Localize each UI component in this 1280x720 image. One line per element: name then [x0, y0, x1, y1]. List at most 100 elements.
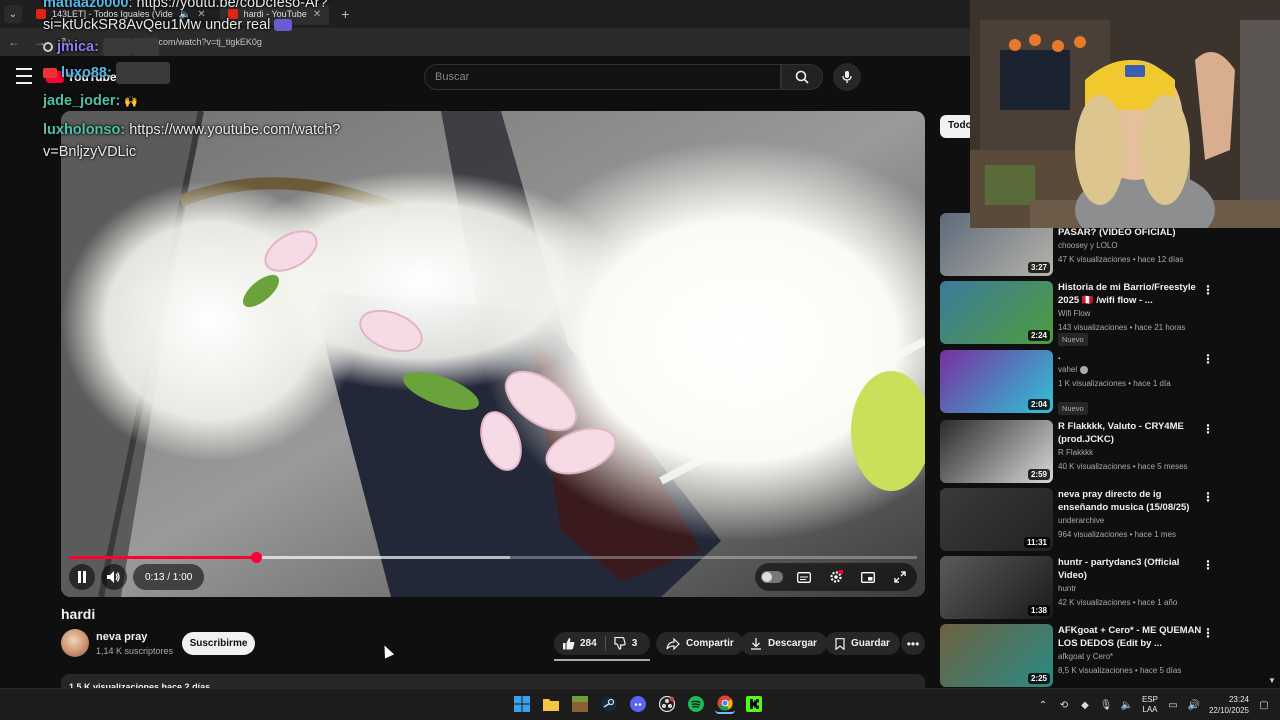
recommendation-item[interactable]: 2:04 . vahel 1 K visualizaciones • hace … [940, 350, 1270, 415]
back-arrow-icon[interactable]: ← [6, 35, 22, 49]
more-vertical-icon[interactable]: ⋮ [1202, 352, 1214, 366]
volume-button[interactable] [101, 564, 127, 590]
recommendation-channel[interactable]: underarchive [1058, 516, 1104, 525]
progress-scrubber-handle[interactable] [250, 552, 262, 563]
recommendation-channel[interactable]: huntr [1058, 584, 1076, 593]
more-actions-button[interactable]: ••• [901, 632, 925, 655]
more-vertical-icon[interactable]: ⋮ [1202, 422, 1214, 436]
microphone-tray-icon[interactable]: 🎙 [1100, 699, 1113, 711]
chat-message: luxo88: [43, 62, 373, 85]
chat-emote [115, 62, 170, 85]
microphone-icon [842, 71, 852, 83]
search-input[interactable]: Buscar [424, 64, 781, 90]
recommendation-item[interactable]: 2:59 R Flakkkk, Valuto - CRY4ME (prod.JC… [940, 420, 1270, 484]
obs-studio-icon[interactable] [657, 694, 677, 714]
steam-icon[interactable] [599, 694, 619, 714]
clock-date: 22/10/2025 [1208, 706, 1249, 715]
system-clock[interactable]: 23:24 22/10/2025 [1209, 694, 1249, 716]
recommendation-title[interactable]: Historia de mi Barrio/Freestyle 2025 🇵🇪 … [1058, 281, 1208, 307]
recommendation-item[interactable]: 2:24 Historia de mi Barrio/Freestyle 202… [940, 281, 1270, 346]
video-thumbnail[interactable]: 1:38 [940, 556, 1053, 619]
miniplayer-button[interactable] [857, 566, 879, 588]
subscribe-button[interactable]: Suscribirme [182, 632, 255, 655]
search-button[interactable] [781, 64, 823, 90]
file-explorer-icon[interactable] [541, 694, 561, 714]
tab-search-dropdown[interactable]: ⌄ [4, 5, 22, 23]
scroll-down-arrow-icon[interactable]: ▼ [1268, 676, 1276, 685]
recommendation-channel[interactable]: choosey y LOLO [1058, 241, 1118, 250]
webcam-feed [970, 0, 1280, 228]
chat-username: luxo88: [61, 65, 112, 81]
chrome-icon[interactable] [715, 694, 735, 714]
recommendation-item[interactable]: 2:25 AFKgoat + Cero* - ME QUEMAN LOS DED… [940, 624, 1270, 688]
progress-bar[interactable] [69, 552, 917, 563]
recommendation-channel[interactable]: Wifi Flow [1058, 309, 1090, 318]
chat-username: jmica: [57, 39, 99, 55]
chat-username: jade_joder: [43, 93, 121, 110]
dislike-button[interactable]: 3 [606, 632, 646, 655]
recommendation-title[interactable]: . [1058, 350, 1208, 363]
tray-app-icon[interactable]: ⟲ [1058, 699, 1070, 711]
like-button[interactable]: 284 [554, 632, 605, 655]
recommendation-channel[interactable]: R Flakkkk [1058, 448, 1093, 457]
hamburger-menu-icon[interactable] [16, 68, 32, 84]
recommendation-title[interactable]: huntr - partydanc3 (Official Video) [1058, 556, 1208, 582]
recommendation-item[interactable]: 1:38 huntr - partydanc3 (Official Video)… [940, 556, 1270, 620]
video-thumbnail[interactable]: 2:25 [940, 624, 1053, 687]
minecraft-icon[interactable] [570, 694, 590, 714]
taskbar-apps [512, 694, 764, 714]
channel-label: afkgoat y Cero* [1058, 652, 1114, 661]
kick-icon[interactable] [744, 694, 764, 714]
windows-start-icon[interactable] [512, 694, 532, 714]
recommendation-title[interactable]: AFKgoat + Cero* - ME QUEMAN LOS DEDOS (E… [1058, 624, 1208, 650]
progress-played [69, 556, 256, 559]
video-thumbnail[interactable]: 2:59 [940, 420, 1053, 483]
video-thumbnail[interactable]: 2:04 [940, 350, 1053, 413]
voice-search-button[interactable] [833, 63, 861, 91]
recommendation-channel[interactable]: vahel [1058, 365, 1089, 374]
pause-button[interactable] [69, 564, 95, 590]
download-icon [751, 637, 761, 650]
download-label: Descargar [768, 638, 817, 649]
volume-icon [107, 571, 120, 583]
pause-icon [78, 571, 86, 583]
channel-avatar[interactable] [61, 629, 89, 657]
more-vertical-icon[interactable]: ⋮ [1202, 490, 1214, 504]
video-player[interactable]: 0:13 / 1:00 [61, 111, 925, 597]
chevron-up-icon[interactable]: ⌃ [1037, 699, 1049, 711]
speaker-tray-icon[interactable]: 🔈 [1121, 699, 1133, 711]
recommendation-item[interactable]: 11:31 neva pray directo de ig enseñando … [940, 488, 1270, 552]
channel-name[interactable]: neva pray [96, 631, 147, 643]
volume-tray-icon[interactable]: 🔊 [1188, 699, 1200, 711]
discord-icon[interactable] [628, 694, 648, 714]
settings-button[interactable] [825, 566, 847, 588]
chat-emote [102, 38, 131, 57]
notifications-icon[interactable]: ▢ [1258, 699, 1270, 711]
network-icon[interactable]: ▭ [1167, 699, 1179, 711]
share-button[interactable]: Compartir [656, 632, 744, 655]
streamer-webcam [970, 0, 1280, 228]
video-duration: 2:04 [1027, 399, 1050, 410]
stream-chat-overlay: matiaaz0000: https://youtu.be/coDcIeso-A… [43, 0, 373, 163]
more-vertical-icon[interactable]: ⋮ [1202, 558, 1214, 572]
spotify-icon[interactable] [686, 694, 706, 714]
fullscreen-button[interactable] [889, 566, 911, 588]
windows-taskbar: ⌃ ⟲ ◆ 🎙 🔈 ESP LAA ▭ 🔊 23:24 22/10/2025 ▢ [0, 688, 1280, 720]
recommendation-title[interactable]: R Flakkkk, Valuto - CRY4ME (prod.JCKC) [1058, 420, 1208, 446]
subtitles-button[interactable] [793, 566, 815, 588]
video-thumbnail[interactable]: 11:31 [940, 488, 1053, 551]
search-icon [795, 70, 809, 84]
more-vertical-icon[interactable]: ⋮ [1202, 626, 1214, 640]
recommendation-channel[interactable]: afkgoat y Cero* [1058, 652, 1113, 661]
gear-icon [830, 570, 843, 583]
language-indicator[interactable]: ESP LAA [1142, 695, 1158, 715]
video-thumbnail[interactable]: 2:24 [940, 281, 1053, 344]
recommendation-title[interactable]: neva pray directo de ig enseñando musica… [1058, 488, 1208, 514]
save-button[interactable]: Guardar [825, 632, 900, 655]
more-vertical-icon[interactable]: ⋮ [1202, 283, 1214, 297]
filter-chip-all[interactable]: Todo [940, 115, 974, 138]
chat-message: luxholonso: https://www.youtube.com/watc… [43, 119, 373, 163]
shield-icon[interactable]: ◆ [1079, 699, 1091, 711]
autoplay-toggle[interactable] [761, 571, 783, 583]
download-button[interactable]: Descargar [740, 632, 827, 655]
